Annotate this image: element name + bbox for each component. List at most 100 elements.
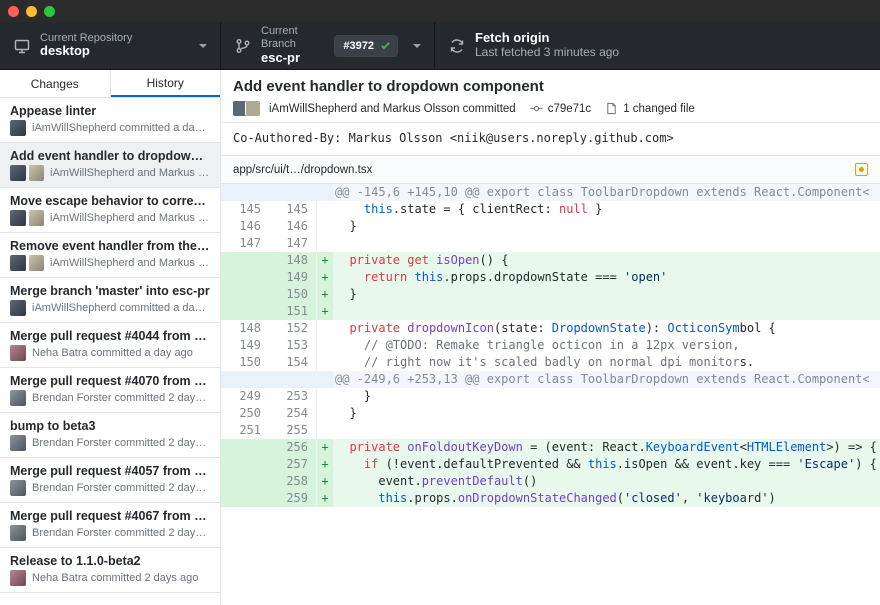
sidebar: Changes History Appease linteriAmWillShe… [0, 70, 221, 605]
old-line-number [221, 303, 269, 320]
diff-line: 151+ [221, 303, 880, 320]
diff-marker: + [317, 303, 333, 320]
diff-marker [317, 388, 333, 405]
diff-marker: + [317, 456, 333, 473]
commit-list-item[interactable]: Merge pull request #4070 from desk…Brend… [0, 368, 220, 413]
new-line-number: 151 [269, 303, 317, 320]
diff-line: 257+ if (!event.defaultPrevented && this… [221, 456, 880, 473]
commit-title: Add event handler to dropdown component [233, 78, 868, 95]
commit-list[interactable]: Appease linteriAmWillShepherd committed … [0, 98, 220, 605]
diff-line: 149153 // @TODO: Remake triangle octicon… [221, 337, 880, 354]
commit-item-title: Release to 1.1.0-beta2 [10, 554, 210, 568]
changed-file-row[interactable]: app/src/ui/t…/dropdown.tsx [221, 156, 880, 184]
new-line-number: 258 [269, 473, 317, 490]
old-line-number: 250 [221, 405, 269, 422]
commit-list-item[interactable]: Add event handler to dropdown com…iAmWil… [0, 143, 220, 188]
diff-marker: + [317, 490, 333, 507]
commit-list-item[interactable]: Remove event handler from the bran…iAmWi… [0, 233, 220, 278]
commit-list-item[interactable]: Merge pull request #4067 from desk…Brend… [0, 503, 220, 548]
diff-marker: + [317, 252, 333, 269]
commit-item-title: Merge branch 'master' into esc-pr [10, 284, 210, 298]
diff-code: } [333, 218, 880, 235]
commit-item-meta: Brendan Forster committed 2 days ago [32, 482, 210, 494]
file-path: app/src/ui/t…/dropdown.tsx [233, 164, 847, 176]
diff-code: event.preventDefault() [333, 473, 880, 490]
tab-history[interactable]: History [111, 70, 221, 97]
pr-number: #3972 [343, 40, 374, 52]
diff-code [333, 235, 880, 252]
commit-item-title: Move escape behavior to correct co… [10, 194, 210, 208]
new-line-number: 253 [269, 388, 317, 405]
new-line-number: 146 [269, 218, 317, 235]
fetch-origin-button[interactable]: Fetch origin Last fetched 3 minutes ago [435, 22, 880, 69]
old-line-number [221, 252, 269, 269]
commit-detail-pane: Add event handler to dropdown component … [221, 70, 880, 605]
avatar [10, 570, 26, 586]
new-line-number: 145 [269, 201, 317, 218]
new-line-number: 153 [269, 337, 317, 354]
diff-code: } [333, 286, 880, 303]
current-repository-dropdown[interactable]: Current Repository desktop [0, 22, 221, 69]
old-line-number [221, 286, 269, 303]
old-line-number [221, 269, 269, 286]
diff-code [333, 303, 880, 320]
sync-icon [449, 38, 465, 54]
commit-list-item[interactable]: Release to 1.1.0-beta2 Neha Batra committ… [0, 548, 220, 593]
diff-line: 251255 [221, 422, 880, 439]
new-line-number [269, 371, 317, 388]
new-line-number: 154 [269, 354, 317, 371]
window-minimize-button[interactable] [26, 6, 37, 17]
commit-item-meta: Brendan Forster committed 2 days ago [32, 392, 210, 404]
chevron-down-icon [412, 41, 422, 51]
old-line-number: 147 [221, 235, 269, 252]
commit-list-item[interactable]: Merge pull request #4057 from desk…Brend… [0, 458, 220, 503]
old-line-number [221, 456, 269, 473]
diff-marker [317, 218, 333, 235]
diff-line: 249253 } [221, 388, 880, 405]
new-line-number: 147 [269, 235, 317, 252]
old-line-number: 146 [221, 218, 269, 235]
avatar [245, 101, 260, 116]
tab-changes[interactable]: Changes [0, 70, 111, 97]
avatar [10, 255, 26, 271]
commit-sha[interactable]: c79e71c [548, 103, 591, 115]
commit-list-item[interactable]: Merge pull request #4044 from des…Neha B… [0, 323, 220, 368]
commit-list-item[interactable]: Merge branch 'master' into esc-priAmWill… [0, 278, 220, 323]
commit-item-title: Merge pull request #4067 from desk… [10, 509, 210, 523]
window-close-button[interactable] [8, 6, 19, 17]
diff-code: private get isOpen() { [333, 252, 880, 269]
diff-line: 146146 } [221, 218, 880, 235]
commit-list-item[interactable]: Appease linteriAmWillShepherd committed … [0, 98, 220, 143]
changed-files-label[interactable]: 1 changed file [623, 103, 695, 115]
diff-marker: + [317, 269, 333, 286]
diff-code: this.props.onDropdownStateChanged('close… [333, 490, 880, 507]
old-line-number [221, 371, 269, 388]
commit-list-item[interactable]: bump to beta3Brendan Forster committed 2… [0, 413, 220, 458]
old-line-number: 150 [221, 354, 269, 371]
current-branch-dropdown[interactable]: Current Branch esc-pr #3972 [221, 22, 435, 69]
diff-marker [317, 201, 333, 218]
diff-marker [317, 422, 333, 439]
pull-request-badge[interactable]: #3972 [334, 35, 398, 57]
desktop-icon [14, 38, 30, 54]
file-diff-icon [605, 102, 618, 115]
old-line-number: 249 [221, 388, 269, 405]
diff-code: @@ -145,6 +145,10 @@ export class Toolba… [333, 184, 880, 201]
commit-item-title: Add event handler to dropdown com… [10, 149, 210, 163]
old-line-number: 148 [221, 320, 269, 337]
diff-line: 258+ event.preventDefault() [221, 473, 880, 490]
diff-line: 150154 // right now it's scaled badly on… [221, 354, 880, 371]
diff-line: @@ -145,6 +145,10 @@ export class Toolba… [221, 184, 880, 201]
avatar [28, 255, 44, 271]
author-avatars [233, 101, 260, 116]
commit-item-meta: iAmWillShepherd and Markus Olsson… [50, 212, 210, 224]
window-maximize-button[interactable] [44, 6, 55, 17]
new-line-number: 150 [269, 286, 317, 303]
diff-marker [317, 320, 333, 337]
diff-marker [317, 337, 333, 354]
avatar [28, 210, 44, 226]
commit-list-item[interactable]: Move escape behavior to correct co… iAmWi… [0, 188, 220, 233]
commit-item-meta: Neha Batra committed 2 days ago [32, 572, 198, 584]
diff-code: return this.props.dropdownState === 'ope… [333, 269, 880, 286]
diff-view[interactable]: @@ -145,6 +145,10 @@ export class Toolba… [221, 184, 880, 605]
